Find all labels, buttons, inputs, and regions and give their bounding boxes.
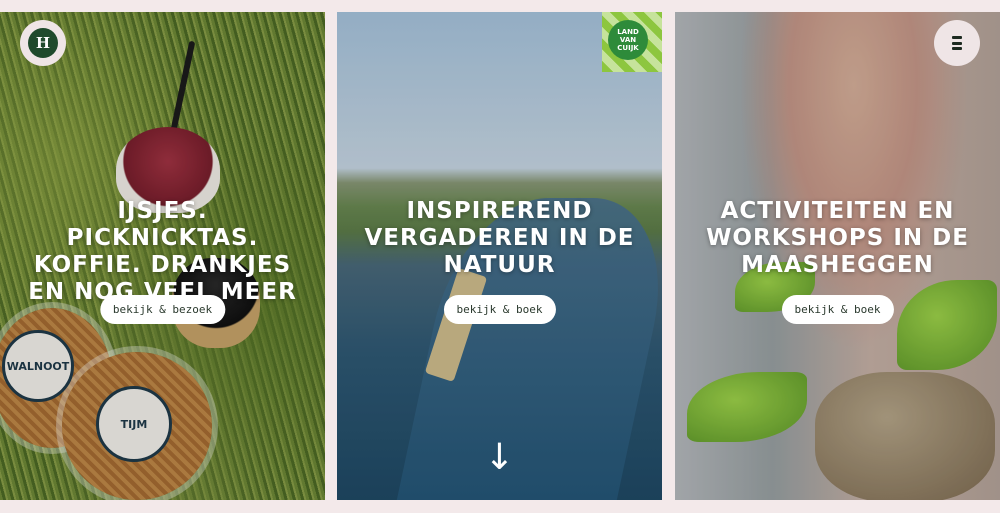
menu-button[interactable]: [934, 20, 980, 66]
house-logo-icon: H: [28, 28, 58, 58]
bekijk-boek-button[interactable]: bekijk & boek: [781, 295, 894, 324]
panel-headline: ACTIVITEITEN EN WORKSHOPS IN DE MAASHEGG…: [706, 198, 969, 278]
panel-picnic[interactable]: WALNOOT TIJM IJSJES. PICKNICKTAS. KOFFIE…: [0, 12, 325, 500]
arrow-down-icon[interactable]: ↓: [484, 440, 514, 476]
bekijk-boek-button[interactable]: bekijk & boek: [443, 295, 556, 324]
panel-headline: IJSJES. PICKNICKTAS. KOFFIE. DRANKJES EN…: [28, 198, 297, 305]
panel-meeting[interactable]: LAND VAN CUIJK INSPIREREND VERGADEREN IN…: [337, 12, 662, 500]
bekijk-bezoek-button[interactable]: bekijk & bezoek: [99, 295, 226, 324]
land-van-cuijk-badge[interactable]: LAND VAN CUIJK: [608, 20, 648, 60]
home-logo-button[interactable]: H: [20, 20, 66, 66]
panel-headline: INSPIREREND VERGADEREN IN DE NATUUR: [364, 198, 635, 278]
menu-icon: [952, 36, 962, 50]
panel-workshops[interactable]: ACTIVITEITEN EN WORKSHOPS IN DE MAASHEGG…: [675, 12, 1000, 500]
